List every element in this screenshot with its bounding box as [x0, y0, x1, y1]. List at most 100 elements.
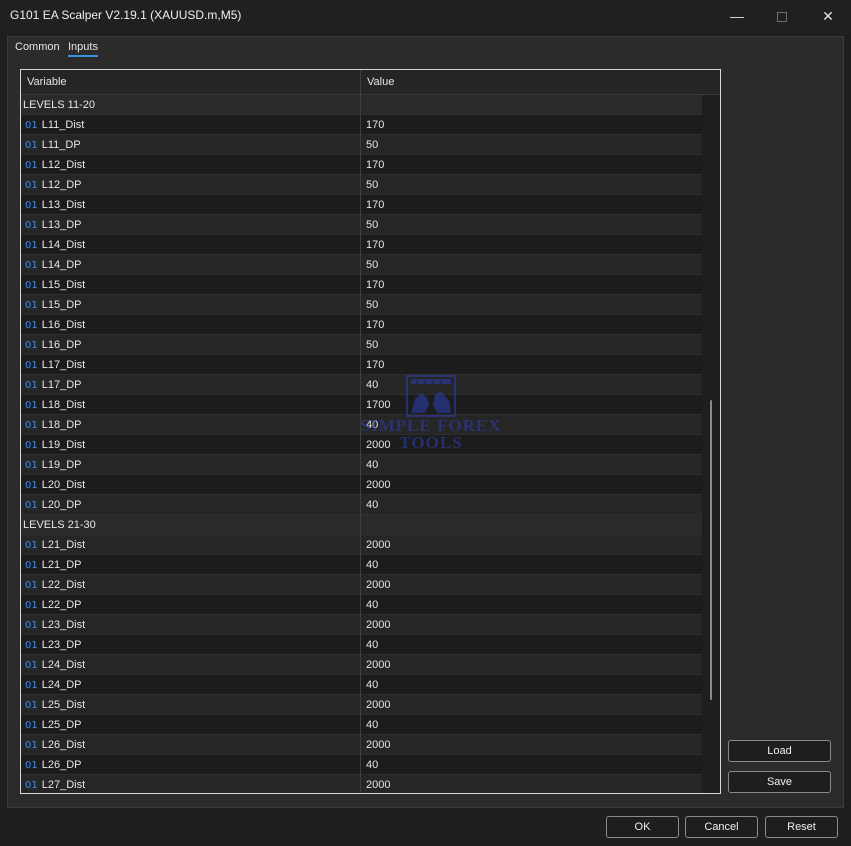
table-row[interactable]: 01 L14_Dist 170	[21, 235, 702, 255]
table-row[interactable]: 01 L17_DP 40	[21, 375, 702, 395]
value-cell[interactable]: 170	[362, 315, 702, 335]
table-row[interactable]: 01 L16_Dist 170	[21, 315, 702, 335]
table-row[interactable]: 01 L17_Dist 170	[21, 355, 702, 375]
value-cell[interactable]: 40	[362, 595, 702, 615]
tab-inputs[interactable]: Inputs	[68, 41, 98, 57]
close-button[interactable]: ✕	[805, 0, 851, 32]
value-cell[interactable]: 50	[362, 255, 702, 275]
value-cell[interactable]: 50	[362, 135, 702, 155]
value-cell[interactable]: 40	[362, 455, 702, 475]
reset-button[interactable]: Reset	[765, 816, 838, 838]
value-cell[interactable]: 170	[362, 155, 702, 175]
table-row[interactable]: 01 L18_Dist 1700	[21, 395, 702, 415]
value-cell[interactable]: 2000	[362, 655, 702, 675]
value-cell[interactable]: 170	[362, 275, 702, 295]
table-row[interactable]: 01 L14_DP 50	[21, 255, 702, 275]
title-bar: G101 EA Scalper V2.19.1 (XAUUSD.m,M5) — …	[0, 0, 851, 32]
value-cell[interactable]: 40	[362, 555, 702, 575]
value-cell[interactable]: 2000	[362, 435, 702, 455]
column-header-variable[interactable]: Variable	[21, 70, 361, 95]
integer-type-icon: 01	[25, 620, 38, 631]
table-row[interactable]: 01 L21_Dist 2000	[21, 535, 702, 555]
table-row[interactable]: 01 L22_Dist 2000	[21, 575, 702, 595]
integer-type-icon: 01	[25, 480, 38, 491]
value-cell[interactable]: 2000	[362, 615, 702, 635]
table-row[interactable]: 01 L23_DP 40	[21, 635, 702, 655]
value-cell[interactable]: 2000	[362, 775, 702, 793]
value-cell[interactable]: 1700	[362, 395, 702, 415]
table-row[interactable]: 01 L26_DP 40	[21, 755, 702, 775]
value-cell[interactable]: 2000	[362, 535, 702, 555]
tab-common[interactable]: Common	[15, 41, 60, 53]
value-cell[interactable]: 50	[362, 335, 702, 355]
group-row[interactable]: LEVELS 11-20	[21, 95, 702, 115]
table-row[interactable]: 01 L13_Dist 170	[21, 195, 702, 215]
save-button[interactable]: Save	[728, 771, 831, 793]
table-row[interactable]: 01 L26_Dist 2000	[21, 735, 702, 755]
table-row[interactable]: 01 L12_DP 50	[21, 175, 702, 195]
value-cell[interactable]: 40	[362, 675, 702, 695]
table-row[interactable]: 01 L12_Dist 170	[21, 155, 702, 175]
variable-name: L21_Dist	[41, 539, 86, 551]
value-cell[interactable]: 50	[362, 215, 702, 235]
column-header-value[interactable]: Value	[361, 70, 703, 95]
inputs-grid: Variable Value LEVELS 11-20 01 L11_Dist 170…	[20, 69, 721, 794]
table-row[interactable]: 01 L25_DP 40	[21, 715, 702, 735]
variable-cell: 01 L15_DP	[21, 295, 361, 315]
variable-cell: 01 L18_Dist	[21, 395, 361, 415]
variable-name: L22_Dist	[41, 579, 86, 591]
table-row[interactable]: 01 L13_DP 50	[21, 215, 702, 235]
value-cell[interactable]: 40	[362, 415, 702, 435]
variable-cell: 01 L23_DP	[21, 635, 361, 655]
table-row[interactable]: 01 L19_DP 40	[21, 455, 702, 475]
load-button[interactable]: Load	[728, 740, 831, 762]
value-cell[interactable]: 170	[362, 195, 702, 215]
variable-cell: 01 L12_Dist	[21, 155, 361, 175]
table-row[interactable]: 01 L22_DP 40	[21, 595, 702, 615]
table-row[interactable]: 01 L11_DP 50	[21, 135, 702, 155]
integer-type-icon: 01	[25, 740, 38, 751]
variable-name: L16_DP	[41, 339, 82, 351]
table-row[interactable]: 01 L25_Dist 2000	[21, 695, 702, 715]
integer-type-icon: 01	[25, 460, 38, 471]
table-row[interactable]: 01 L11_Dist 170	[21, 115, 702, 135]
table-row[interactable]: 01 L20_Dist 2000	[21, 475, 702, 495]
scrollbar-thumb[interactable]	[710, 400, 712, 700]
maximize-button[interactable]	[759, 0, 805, 32]
value-cell[interactable]: 50	[362, 175, 702, 195]
vertical-scrollbar[interactable]	[707, 95, 720, 793]
table-row[interactable]: 01 L18_DP 40	[21, 415, 702, 435]
value-cell[interactable]: 40	[362, 635, 702, 655]
table-row[interactable]: 01 L16_DP 50	[21, 335, 702, 355]
value-cell[interactable]: 170	[362, 355, 702, 375]
variable-cell: 01 L15_Dist	[21, 275, 361, 295]
value-cell[interactable]: 40	[362, 715, 702, 735]
variable-name: L15_DP	[41, 299, 82, 311]
table-row[interactable]: 01 L27_Dist 2000	[21, 775, 702, 793]
value-cell[interactable]: 2000	[362, 695, 702, 715]
table-row[interactable]: 01 L21_DP 40	[21, 555, 702, 575]
value-cell[interactable]: 40	[362, 495, 702, 515]
variable-name: L12_Dist	[41, 159, 86, 171]
table-row[interactable]: 01 L15_DP 50	[21, 295, 702, 315]
ok-button[interactable]: OK	[606, 816, 679, 838]
table-row[interactable]: 01 L15_Dist 170	[21, 275, 702, 295]
value-cell[interactable]: 2000	[362, 475, 702, 495]
table-row[interactable]: 01 L20_DP 40	[21, 495, 702, 515]
value-cell[interactable]: 40	[362, 755, 702, 775]
minimize-button[interactable]: —	[714, 0, 760, 32]
value-cell[interactable]: 2000	[362, 575, 702, 595]
value-cell[interactable]: 170	[362, 235, 702, 255]
integer-type-icon: 01	[25, 320, 38, 331]
group-row[interactable]: LEVELS 21-30	[21, 515, 702, 535]
value-cell[interactable]: 2000	[362, 735, 702, 755]
table-row[interactable]: 01 L19_Dist 2000	[21, 435, 702, 455]
table-row[interactable]: 01 L24_Dist 2000	[21, 655, 702, 675]
variable-name: L14_Dist	[41, 239, 86, 251]
cancel-button[interactable]: Cancel	[685, 816, 758, 838]
value-cell[interactable]: 40	[362, 375, 702, 395]
table-row[interactable]: 01 L24_DP 40	[21, 675, 702, 695]
value-cell[interactable]: 50	[362, 295, 702, 315]
value-cell[interactable]: 170	[362, 115, 702, 135]
table-row[interactable]: 01 L23_Dist 2000	[21, 615, 702, 635]
